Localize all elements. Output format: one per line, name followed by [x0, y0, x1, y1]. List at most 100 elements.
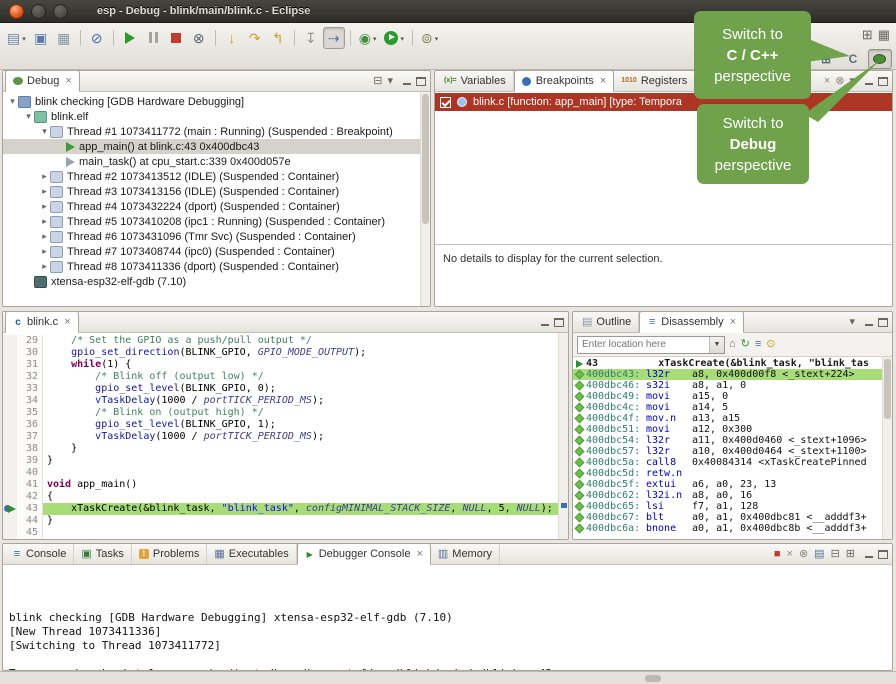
tab[interactable]: Debugger Console: [297, 543, 431, 565]
code-text[interactable]: vTaskDelay(1000 / portTICK_PERIOD_MS);: [43, 395, 558, 407]
disassembly-row[interactable]: 400dbc67: blt a0, a1, 0x400dbc81 <__addd…: [573, 512, 882, 523]
disassembly-row[interactable]: 400dbc6a: bnone a0, a1, 0x400dbc8b <__ad…: [573, 523, 882, 534]
toolbar-button[interactable]: ▣: [30, 27, 52, 49]
debug-tree-item[interactable]: ▾ blink.elf: [3, 109, 420, 124]
toolbar-button[interactable]: [215, 30, 216, 46]
code-text[interactable]: [43, 467, 558, 479]
instruction-marker[interactable]: [573, 382, 586, 389]
window-maximize-button[interactable]: [53, 4, 68, 19]
debug-tree-item[interactable]: main_task() at cpu_start.c:339 0x400d057…: [3, 154, 420, 169]
tree-expander-icon[interactable]: ▾: [7, 96, 18, 107]
console-toolbar-icon[interactable]: ⊟: [831, 549, 840, 560]
toolbar-button[interactable]: [113, 30, 114, 46]
tree-expander-icon[interactable]: ▸: [39, 216, 50, 227]
instruction-marker[interactable]: [573, 514, 586, 521]
disassembly-row[interactable]: 400dbc5a: call8 0x40084314 <xTaskCreateP…: [573, 457, 882, 468]
toolbar-button[interactable]: ↓: [221, 27, 243, 49]
toolbar-button[interactable]: ⊗: [188, 27, 210, 49]
console-toolbar-icon[interactable]: ⊞: [846, 549, 855, 560]
toolbar-button[interactable]: ⇢: [323, 27, 345, 49]
tab-blink-c[interactable]: c blink.c: [5, 311, 79, 333]
location-combo[interactable]: ▼: [577, 336, 725, 354]
instruction-marker[interactable]: [573, 360, 586, 368]
disassembly-row[interactable]: 43 xTaskCreate(&blink_task, "blink_tas: [573, 358, 882, 369]
breakpoint-marker[interactable]: [561, 503, 567, 508]
tab-close-icon[interactable]: [600, 76, 606, 87]
code-text[interactable]: vTaskDelay(1000 / portTICK_PERIOD_MS);: [43, 431, 558, 443]
debug-tree-item[interactable]: xtensa-esp32-elf-gdb (7.10): [3, 274, 420, 289]
minimize-view-icon[interactable]: [540, 318, 550, 327]
debug-tree-item[interactable]: ▾ Thread #1 1073411772 (main : Running) …: [3, 124, 420, 139]
disassembly-row[interactable]: 400dbc4f: mov.n a13, a15: [573, 413, 882, 424]
code-line[interactable]: 37 vTaskDelay(1000 / portTICK_PERIOD_MS)…: [3, 431, 558, 443]
disassembly-row[interactable]: 400dbc5d: retw.n: [573, 468, 882, 479]
tab-close-icon[interactable]: [730, 317, 736, 328]
instruction-marker[interactable]: [573, 426, 586, 433]
line-marker-gutter[interactable]: [3, 467, 17, 479]
disassembly-toolbar-icon[interactable]: ⌂: [729, 339, 736, 350]
toolbar-button[interactable]: [412, 30, 413, 46]
line-marker-gutter[interactable]: [3, 527, 17, 539]
instruction-marker[interactable]: [573, 481, 586, 488]
code-line[interactable]: 35 /* Blink on (output high) */: [3, 407, 558, 419]
toolbar-button[interactable]: ▤: [4, 27, 29, 49]
toolbar-button[interactable]: ↧: [300, 27, 322, 49]
disassembly-row[interactable]: 400dbc51: movi a12, 0x300: [573, 424, 882, 435]
dropdown-caret-icon[interactable]: [22, 32, 26, 44]
code-text[interactable]: /* Set the GPIO as a push/pull output */: [43, 335, 558, 347]
debug-tree-item[interactable]: ▸ Thread #4 1073432224 (dport) (Suspende…: [3, 199, 420, 214]
toolbar-button[interactable]: [80, 30, 81, 46]
instruction-marker[interactable]: [573, 404, 586, 411]
code-text[interactable]: [43, 527, 558, 539]
code-line[interactable]: 34 vTaskDelay(1000 / portTICK_PERIOD_MS)…: [3, 395, 558, 407]
disassembly-row[interactable]: 400dbc5f: extui a6, a0, 23, 13: [573, 479, 882, 490]
toolbar-button[interactable]: [294, 30, 295, 46]
disassembly-row[interactable]: 400dbc65: lsi f7, a1, 128: [573, 501, 882, 512]
toolbar-button[interactable]: [142, 27, 164, 49]
instruction-marker[interactable]: [573, 371, 586, 378]
tree-expander-icon[interactable]: ▸: [39, 261, 50, 272]
view-toolbar-icon[interactable]: ⊟: [373, 76, 382, 87]
toolbar-button[interactable]: [165, 27, 187, 49]
tab[interactable]: Disassembly: [639, 311, 744, 333]
debug-scrollbar[interactable]: [420, 92, 430, 306]
debug-tree-item[interactable]: ▸ Thread #8 1073411336 (dport) (Suspende…: [3, 259, 420, 274]
debug-tree-item[interactable]: ▾ blink checking [GDB Hardware Debugging…: [3, 94, 420, 109]
tab[interactable]: Tasks: [74, 543, 132, 564]
code-text[interactable]: gpio_set_level(BLINK_GPIO, 1);: [43, 419, 558, 431]
debugger-console-output[interactable]: blink checking [GDB Hardware Debugging] …: [3, 565, 892, 670]
window-close-button[interactable]: [9, 4, 24, 19]
code-line[interactable]: 33 gpio_set_level(BLINK_GPIO, 0);: [3, 383, 558, 395]
console-toolbar-icon[interactable]: ■: [774, 549, 781, 560]
line-marker-gutter[interactable]: [3, 407, 17, 419]
code-line[interactable]: 43 xTaskCreate(&blink_task, "blink_task"…: [3, 503, 558, 515]
toolbar-button[interactable]: ◉: [356, 27, 380, 49]
instruction-marker[interactable]: [573, 437, 586, 444]
code-text[interactable]: }: [43, 515, 558, 527]
toolbar-button[interactable]: ⊘: [86, 27, 108, 49]
instruction-marker[interactable]: [573, 448, 586, 455]
tab-debug[interactable]: Debug: [5, 70, 80, 92]
tree-expander-icon[interactable]: ▾: [39, 126, 50, 137]
disassembly-scrollbar[interactable]: [882, 357, 892, 539]
console-toolbar-icon[interactable]: ▤: [814, 549, 824, 560]
line-marker-gutter[interactable]: [3, 431, 17, 443]
instruction-marker[interactable]: [573, 525, 586, 532]
toolbar-button[interactable]: ⊚: [418, 27, 441, 49]
tab[interactable]: Console: [5, 543, 74, 564]
toolbar-right-icon[interactable]: ⊞: [862, 28, 873, 41]
code-text[interactable]: gpio_set_level(BLINK_GPIO, 0);: [43, 383, 558, 395]
dropdown-caret-icon[interactable]: [435, 32, 439, 44]
location-input[interactable]: [578, 339, 709, 350]
code-text[interactable]: {: [43, 491, 558, 503]
disassembly-row[interactable]: 400dbc43: l32r a8, 0x400d00f8 <_stext+22…: [573, 369, 882, 380]
minimize-view-icon[interactable]: [864, 550, 874, 559]
maximize-view-icon[interactable]: [554, 318, 564, 327]
toolbar-button[interactable]: ↰: [267, 27, 289, 49]
tab[interactable]: Executables: [207, 543, 296, 564]
toolbar-button[interactable]: [119, 27, 141, 49]
disassembly-toolbar-icon[interactable]: ⊙: [766, 339, 775, 350]
tree-expander-icon[interactable]: ▸: [39, 231, 50, 242]
code-text[interactable]: while(1) {: [43, 359, 558, 371]
line-marker-gutter[interactable]: [3, 503, 17, 515]
